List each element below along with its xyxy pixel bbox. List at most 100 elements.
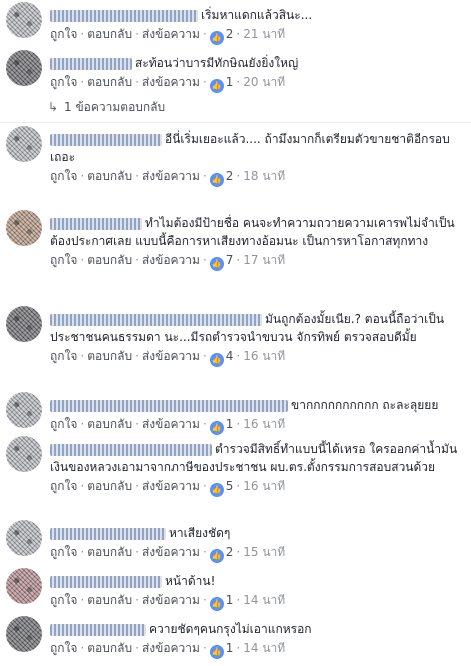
like-link[interactable]: ถูกใจ xyxy=(50,169,77,183)
message-link[interactable]: ส่งข้อความ xyxy=(142,253,200,267)
message-link[interactable]: ส่งข้อความ xyxy=(142,27,200,41)
thumbs-up-icon: 👍 xyxy=(209,173,224,187)
avatar[interactable] xyxy=(6,50,42,86)
view-replies-link[interactable]: ↳ 1 ข้อความตอบกลับ xyxy=(48,98,165,117)
timestamp[interactable]: 20 นาที xyxy=(243,75,285,89)
reply-link[interactable]: ตอบกลับ xyxy=(87,253,132,267)
like-count[interactable]: 4 xyxy=(226,349,234,363)
like-link[interactable]: ถูกใจ xyxy=(50,417,77,431)
comment-text: หน้าด้าน! xyxy=(165,574,216,588)
comment-body: หาเสียงชัดๆ ถูกใจ · ตอบกลับ · ส่งข้อความ · 👍 2 ·… xyxy=(50,524,465,563)
commenter-name-redacted[interactable] xyxy=(50,527,166,540)
message-link[interactable]: ส่งข้อความ xyxy=(142,545,200,559)
comment-text: ควายชัดๆคนกรุงไม่เอาแกหรอก xyxy=(149,622,312,636)
avatar[interactable] xyxy=(6,306,42,342)
like-link[interactable]: ถูกใจ xyxy=(50,27,77,41)
avatar[interactable] xyxy=(6,126,42,162)
comment-actions: ถูกใจ · ตอบกลับ · ส่งข้อความ · 👍 4 · 16 นาที xyxy=(50,348,465,367)
like-link[interactable]: ถูกใจ xyxy=(50,75,77,89)
like-count[interactable]: 1 xyxy=(226,75,234,89)
commenter-name-redacted[interactable] xyxy=(50,217,142,230)
comment-body: หน้าด้าน! ถูกใจ · ตอบกลับ · ส่งข้อความ · 👍 1 · 14… xyxy=(50,572,465,611)
timestamp[interactable]: 15 นาที xyxy=(243,545,285,559)
message-link[interactable]: ส่งข้อความ xyxy=(142,593,200,607)
thumbs-up-icon: 👍 xyxy=(209,421,224,435)
like-count[interactable]: 1 xyxy=(226,641,234,655)
thumbs-up-icon: 👍 xyxy=(209,597,224,611)
thumbs-up-icon: 👍 xyxy=(209,353,224,367)
avatar[interactable] xyxy=(6,568,42,604)
timestamp[interactable]: 21 นาที xyxy=(243,27,285,41)
reply-link[interactable]: ตอบกลับ xyxy=(87,417,132,431)
like-count[interactable]: 5 xyxy=(226,479,234,493)
comment-text: สะท้อนว่าบารมีทักษิณยังยิ่งใหญ่ xyxy=(135,56,299,70)
like-link[interactable]: ถูกใจ xyxy=(50,479,77,493)
commenter-name-redacted[interactable] xyxy=(50,399,288,412)
reply-link[interactable]: ตอบกลับ xyxy=(87,479,132,493)
message-link[interactable]: ส่งข้อความ xyxy=(142,641,200,655)
avatar[interactable] xyxy=(6,210,42,246)
message-link[interactable]: ส่งข้อความ xyxy=(142,349,200,363)
reply-link[interactable]: ตอบกลับ xyxy=(87,593,132,607)
timestamp[interactable]: 18 นาที xyxy=(243,169,285,183)
commenter-name-redacted[interactable] xyxy=(50,623,146,636)
reply-link[interactable]: ตอบกลับ xyxy=(87,545,132,559)
timestamp[interactable]: 14 นาที xyxy=(243,593,285,607)
reply-link[interactable]: ตอบกลับ xyxy=(87,641,132,655)
timestamp[interactable]: 16 นาที xyxy=(243,417,285,431)
thumbs-up-icon: 👍 xyxy=(209,79,224,93)
comment-text: เริ่มหาแดกแล้วสินะ... xyxy=(201,8,313,22)
avatar[interactable] xyxy=(6,616,42,652)
commenter-name-redacted[interactable] xyxy=(50,133,162,146)
reply-link[interactable]: ตอบกลับ xyxy=(87,75,132,89)
comment-body: ควายชัดๆคนกรุงไม่เอาแกหรอก ถูกใจ · ตอบกลับ… xyxy=(50,620,465,659)
reply-link[interactable]: ตอบกลับ xyxy=(87,349,132,363)
like-count[interactable]: 2 xyxy=(226,27,234,41)
comment-actions: ถูกใจ · ตอบกลับ · ส่งข้อความ · 👍 2 · 18 นาที xyxy=(50,168,465,187)
commenter-name-redacted[interactable] xyxy=(50,313,262,326)
avatar[interactable] xyxy=(6,436,42,472)
reply-link[interactable]: ตอบกลับ xyxy=(87,169,132,183)
replies-label: 1 ข้อความตอบกลับ xyxy=(64,100,166,114)
timestamp[interactable]: 14 นาที xyxy=(243,641,285,655)
comment-actions: ถูกใจ · ตอบกลับ · ส่งข้อความ · 👍 5 · 16 นาที xyxy=(50,478,465,497)
like-link[interactable]: ถูกใจ xyxy=(50,545,77,559)
like-count[interactable]: 1 xyxy=(226,593,234,607)
commenter-name-redacted[interactable] xyxy=(50,57,132,70)
comment-actions: ถูกใจ · ตอบกลับ · ส่งข้อความ · 👍 1 · 16 นาที xyxy=(50,416,465,435)
like-count[interactable]: 1 xyxy=(226,417,234,431)
message-link[interactable]: ส่งข้อความ xyxy=(142,479,200,493)
thumbs-up-icon: 👍 xyxy=(209,31,224,45)
like-link[interactable]: ถูกใจ xyxy=(50,641,77,655)
comment-body: มันถูกต้องมั้ยเนีย.? ตอนนี้ถือว่าเป็นประ… xyxy=(50,310,465,367)
like-link[interactable]: ถูกใจ xyxy=(50,349,77,363)
timestamp[interactable]: 16 นาที xyxy=(243,349,285,363)
timestamp[interactable]: 17 นาที xyxy=(243,253,285,267)
comment-actions: ถูกใจ · ตอบกลับ · ส่งข้อความ · 👍 1 · 14 นาที xyxy=(50,592,465,611)
comments-panel: เริ่มหาแดกแล้วสินะ... ถูกใจ · ตอบกลับ · ส่งข… xyxy=(0,0,471,666)
thumbs-up-icon: 👍 xyxy=(209,645,224,659)
like-count[interactable]: 2 xyxy=(226,545,234,559)
comment-actions: ถูกใจ · ตอบกลับ · ส่งข้อความ · 👍 1 · 14 นาที xyxy=(50,640,465,659)
comment-actions: ถูกใจ · ตอบกลับ · ส่งข้อความ · 👍 2 · 15 นาที xyxy=(50,544,465,563)
timestamp[interactable]: 16 นาที xyxy=(243,479,285,493)
like-count[interactable]: 2 xyxy=(226,169,234,183)
comment-actions: ถูกใจ · ตอบกลับ · ส่งข้อความ · 👍 7 · 17 นาที xyxy=(50,252,465,271)
commenter-name-redacted[interactable] xyxy=(50,443,212,456)
commenter-name-redacted[interactable] xyxy=(50,575,162,588)
thumbs-up-icon: 👍 xyxy=(209,257,224,271)
commenter-name-redacted[interactable] xyxy=(50,9,198,22)
avatar[interactable] xyxy=(6,520,42,556)
message-link[interactable]: ส่งข้อความ xyxy=(142,417,200,431)
like-link[interactable]: ถูกใจ xyxy=(50,593,77,607)
avatar[interactable] xyxy=(6,392,42,428)
message-link[interactable]: ส่งข้อความ xyxy=(142,75,200,89)
message-link[interactable]: ส่งข้อความ xyxy=(142,169,200,183)
comment-text: ขากกกกกกกกกก ถะละลุยยย xyxy=(291,398,439,412)
comment-body: อีนี่เริ่มเยอะแล้ว.... ถ้ามึงมากก็เตรียม… xyxy=(50,130,465,187)
like-count[interactable]: 7 xyxy=(226,253,234,267)
like-link[interactable]: ถูกใจ xyxy=(50,253,77,267)
reply-link[interactable]: ตอบกลับ xyxy=(87,27,132,41)
comment-body: สะท้อนว่าบารมีทักษิณยังยิ่งใหญ่ ถูกใจ · ตอ… xyxy=(50,54,465,93)
avatar[interactable] xyxy=(6,2,42,38)
